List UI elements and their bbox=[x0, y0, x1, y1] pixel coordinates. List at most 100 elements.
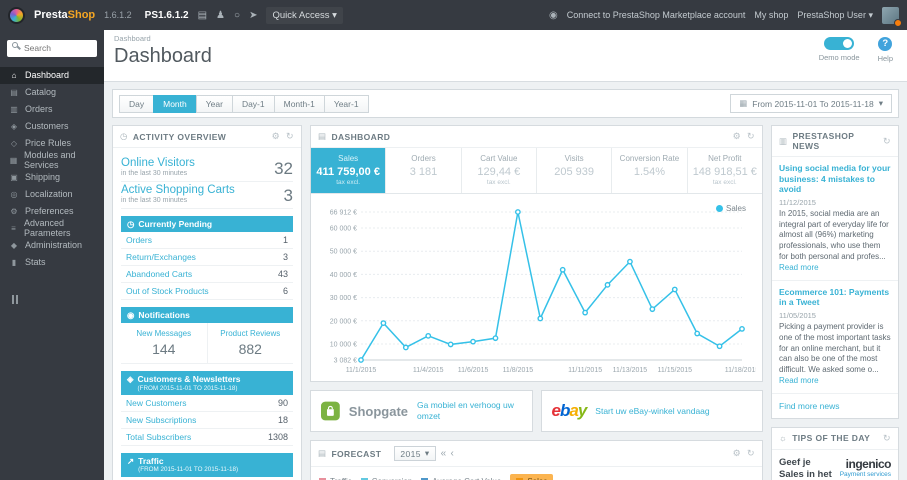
refresh-icon[interactable]: ↻ bbox=[747, 448, 755, 459]
news-list: Using social media for your business: 4 … bbox=[772, 157, 898, 394]
sidebar-item-catalog[interactable]: ▤ Catalog bbox=[0, 84, 104, 101]
svg-text:20 000 €: 20 000 € bbox=[330, 318, 357, 325]
prestashop-logo[interactable] bbox=[8, 6, 25, 24]
notification-cell-product-reviews[interactable]: Product Reviews 882 bbox=[206, 323, 294, 364]
read-more-link[interactable]: Read more bbox=[779, 263, 819, 272]
chart-legend[interactable]: Sales bbox=[715, 204, 746, 213]
forecast-year-select[interactable]: 2015 ▾ bbox=[394, 446, 436, 462]
gear-icon[interactable]: ⚙ bbox=[733, 131, 741, 142]
notification-value: 144 bbox=[152, 341, 176, 358]
brand-link[interactable]: PrestaShop bbox=[34, 9, 95, 21]
caret-down-icon: ▾ bbox=[332, 9, 337, 21]
sidebar-item-price-rules[interactable]: ◇ Price Rules bbox=[0, 135, 104, 152]
traffic-icon: ↗ bbox=[127, 456, 135, 467]
ebay-promo-link[interactable]: Start uw eBay-winkel vandaag bbox=[595, 406, 709, 417]
legend-sales[interactable]: Sales bbox=[510, 474, 554, 480]
svg-text:11/18/2015: 11/18/2015 bbox=[725, 367, 756, 374]
forecast-nav-1[interactable]: ‹ bbox=[451, 448, 455, 459]
forecast-legend: TrafficConversionAverage Cart ValueSales bbox=[311, 467, 762, 480]
sidebar-item-stats[interactable]: ▮ Stats bbox=[0, 254, 104, 271]
notification-label: New Messages bbox=[136, 329, 192, 339]
filter-day[interactable]: Day bbox=[119, 94, 155, 113]
news-article-title[interactable]: Ecommerce 101: Payments in a Tweet bbox=[779, 287, 891, 308]
sidebar-item-shipping[interactable]: ▣ Shipping bbox=[0, 169, 104, 186]
customers-row: New Customers 90 bbox=[121, 395, 293, 413]
kpi-label: Conversion Rate bbox=[619, 154, 680, 163]
gear-icon[interactable]: ⚙ bbox=[272, 131, 280, 142]
breadcrumb[interactable]: Dashboard bbox=[114, 34, 897, 43]
support-icon[interactable]: ○ bbox=[234, 10, 240, 21]
filter-year-1[interactable]: Year-1 bbox=[323, 94, 369, 113]
quick-access-dropdown[interactable]: Quick Access ▾ bbox=[266, 6, 343, 24]
refresh-icon[interactable]: ↻ bbox=[747, 131, 755, 142]
kpi-sales[interactable]: Sales 411 759,00 € tax excl. bbox=[311, 148, 386, 193]
sidebar-item-label: Localization bbox=[25, 189, 73, 199]
find-more-news-link[interactable]: Find more news bbox=[772, 394, 898, 418]
svg-text:11/15/2015: 11/15/2015 bbox=[658, 367, 693, 374]
kpi-orders[interactable]: Orders 3 181 bbox=[385, 148, 460, 193]
rocket-icon[interactable]: ➤ bbox=[249, 10, 257, 21]
gear-icon[interactable]: ⚙ bbox=[733, 448, 741, 459]
forecast-nav-0[interactable]: « bbox=[441, 448, 447, 459]
shopgate-promo-card[interactable]: Shopgate Ga mobiel en verhoog uw omzet bbox=[310, 390, 533, 433]
news-article-title[interactable]: Using social media for your business: 4 … bbox=[779, 163, 891, 195]
sales-chart: Sales 3 082 € 10 000 € 20 000 € 30 000 € 40 … bbox=[311, 194, 762, 381]
online-visitors-value: 32 bbox=[274, 159, 293, 178]
pending-label[interactable]: Abandoned Carts bbox=[126, 269, 192, 279]
refresh-icon[interactable]: ↻ bbox=[883, 136, 891, 147]
shop-name[interactable]: PS1.6.1.2 bbox=[145, 10, 189, 21]
bag-icon[interactable]: ▤ bbox=[198, 10, 207, 21]
kpi-visits[interactable]: Visits 205 939 bbox=[535, 148, 611, 193]
customers-row: Total Subscribers 1308 bbox=[121, 429, 293, 447]
notification-cell-new-messages[interactable]: New Messages 144 bbox=[121, 323, 207, 363]
kpi-net-profit[interactable]: Net Profit 148 918,51 € tax excl. bbox=[686, 148, 762, 193]
svg-text:11/13/2015: 11/13/2015 bbox=[613, 367, 648, 374]
pending-label[interactable]: Out of Stock Products bbox=[126, 286, 209, 296]
help-icon[interactable]: ? bbox=[878, 37, 893, 51]
filter-day-1[interactable]: Day-1 bbox=[231, 94, 275, 113]
filter-month[interactable]: Month bbox=[153, 94, 197, 113]
profile-icon[interactable]: ♟ bbox=[216, 10, 225, 21]
pending-label[interactable]: Orders bbox=[126, 235, 152, 245]
customers-label[interactable]: New Subscriptions bbox=[126, 415, 196, 425]
sidebar-item-label: Customers bbox=[25, 121, 69, 131]
customers-label[interactable]: Total Subscribers bbox=[126, 432, 191, 442]
sidebar-item-modules-and-services[interactable]: ▦ Modules and Services bbox=[0, 150, 104, 170]
kpi-row: Sales 411 759,00 € tax excl. Orders 3 181 Car… bbox=[311, 148, 762, 194]
avatar[interactable] bbox=[882, 6, 902, 27]
pending-label[interactable]: Return/Exchanges bbox=[126, 252, 196, 262]
kpi-cart-value[interactable]: Cart Value 129,44 € tax excl. bbox=[460, 148, 536, 193]
customers-label[interactable]: New Customers bbox=[126, 398, 186, 408]
user-menu[interactable]: PrestaShop User ▾ bbox=[797, 10, 873, 21]
sidebar-item-dashboard[interactable]: ⌂ Dashboard bbox=[0, 66, 104, 84]
read-more-link[interactable]: Read more bbox=[779, 376, 819, 385]
my-shop-link[interactable]: My shop bbox=[754, 10, 788, 20]
news-panel-title: PRESTASHOP NEWS bbox=[792, 131, 855, 151]
svg-text:60 000 €: 60 000 € bbox=[330, 226, 357, 233]
forecast-year-value: 2015 bbox=[400, 448, 421, 459]
svg-text:11/4/2015: 11/4/2015 bbox=[413, 367, 444, 374]
refresh-icon[interactable]: ↻ bbox=[286, 131, 294, 142]
filter-month-1[interactable]: Month-1 bbox=[273, 94, 325, 113]
shopgate-logo bbox=[321, 401, 340, 421]
sidebar-item-orders[interactable]: ▥ Orders bbox=[0, 101, 104, 118]
marketplace-link[interactable]: Connect to PrestaShop Marketplace accoun… bbox=[567, 10, 746, 20]
active-carts-link[interactable]: Active Shopping Carts bbox=[121, 184, 293, 196]
sidebar-item-customers[interactable]: ◈ Customers bbox=[0, 118, 104, 135]
sidebar-item-administration[interactable]: ◆ Administration bbox=[0, 237, 104, 254]
shopgate-promo-link[interactable]: Ga mobiel en verhoog uw omzet bbox=[417, 400, 521, 422]
pending-row: Return/Exchanges 3 bbox=[121, 249, 293, 267]
collapse-sidebar-button[interactable] bbox=[12, 294, 104, 304]
sidebar-item-preferences[interactable]: ⚙ Preferences bbox=[0, 203, 104, 220]
ebay-promo-card[interactable]: ebay Start uw eBay-winkel vandaag bbox=[540, 390, 763, 433]
demo-mode-toggle[interactable] bbox=[824, 37, 855, 50]
sidebar-item-advanced-parameters[interactable]: ≡ Advanced Parameters bbox=[0, 218, 104, 238]
online-visitors-link[interactable]: Online Visitors bbox=[121, 157, 293, 169]
kpi-conversion-rate[interactable]: Conversion Rate 1.54% bbox=[611, 148, 686, 193]
refresh-icon[interactable]: ↻ bbox=[883, 433, 891, 444]
sidebar-item-localization[interactable]: ◎ Localization bbox=[0, 186, 104, 203]
customers-value: 1308 bbox=[267, 432, 288, 443]
filter-year[interactable]: Year bbox=[195, 94, 233, 113]
svg-text:11/1/2015: 11/1/2015 bbox=[346, 367, 377, 374]
date-range-picker[interactable]: ▦ From 2015-11-01 To 2015-11-18 ▾ bbox=[730, 94, 892, 113]
